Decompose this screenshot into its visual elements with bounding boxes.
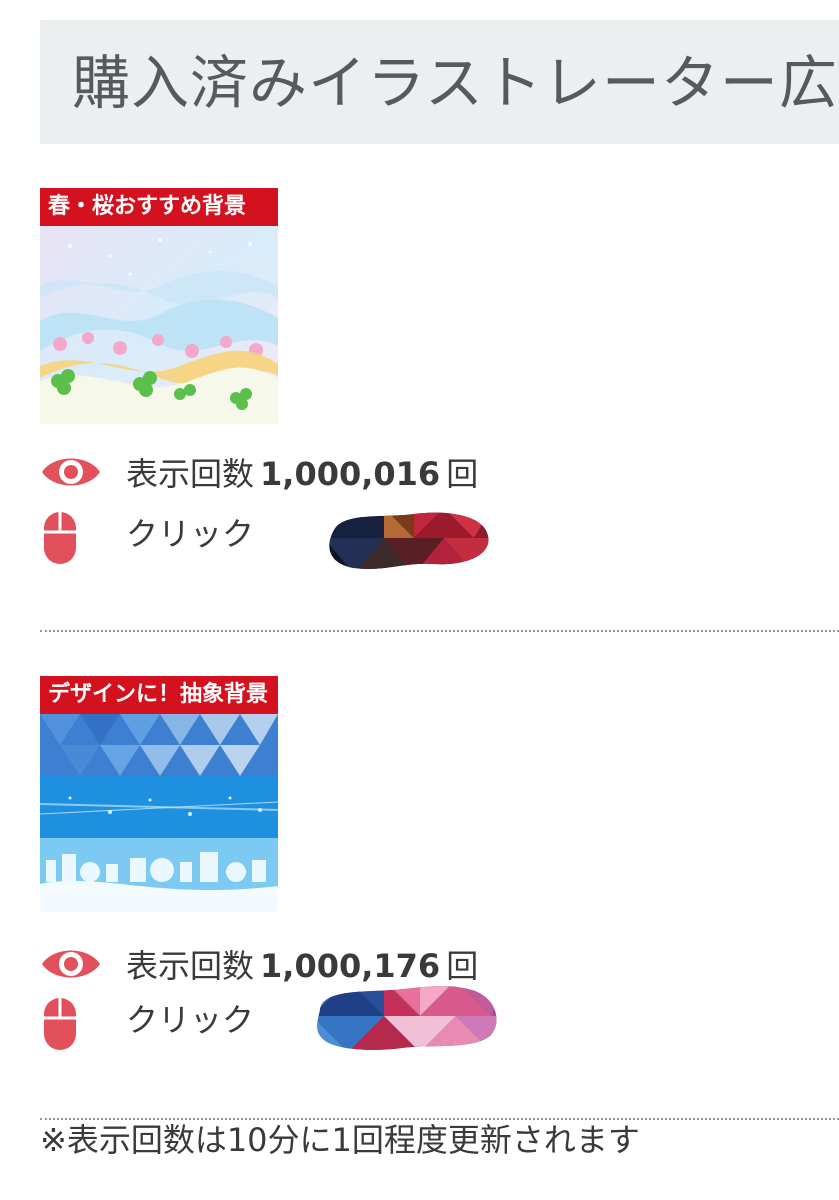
clicks-row: クリック (40, 510, 740, 569)
ad-card: デザインに！抽象背景 表示回数 1,000,176 回 クリック (40, 676, 839, 1076)
click-label: クリック (126, 515, 255, 553)
eye-icon (42, 458, 100, 486)
eye-icon (42, 950, 100, 978)
ad-banner-spring[interactable]: 春・桜おすすめ背景 (40, 188, 278, 424)
banner-artwork (40, 714, 278, 912)
clicks-row: クリック (40, 985, 740, 1050)
views-label: 表示回数 (126, 455, 255, 493)
ad-banner-abstract[interactable]: デザインに！抽象背景 (40, 676, 278, 912)
redacted-click-count (317, 985, 497, 1050)
banner-label: デザインに！抽象背景 (40, 676, 278, 714)
views-row: 表示回数 1,000,016 回 (40, 450, 740, 500)
ad-card: 春・桜おすすめ背景 表示回数 1,000,016 回 クリック (40, 188, 839, 588)
update-note: ※表示回数は10分に1回程度更新されます (40, 1121, 640, 1159)
views-count: 1,000,016 (260, 455, 441, 493)
banner-label: 春・桜おすすめ背景 (40, 188, 278, 226)
redacted-click-count (329, 512, 489, 569)
page-header: 購入済みイラストレーター広 (40, 20, 839, 144)
views-label: 表示回数 (126, 947, 255, 985)
section-divider (40, 630, 839, 632)
banner-artwork (40, 226, 278, 424)
mouse-icon (44, 998, 76, 1050)
click-label: クリック (126, 1001, 255, 1039)
mouse-icon (44, 512, 76, 564)
page-title: 購入済みイラストレーター広 (72, 49, 838, 117)
views-unit: 回 (446, 455, 479, 493)
